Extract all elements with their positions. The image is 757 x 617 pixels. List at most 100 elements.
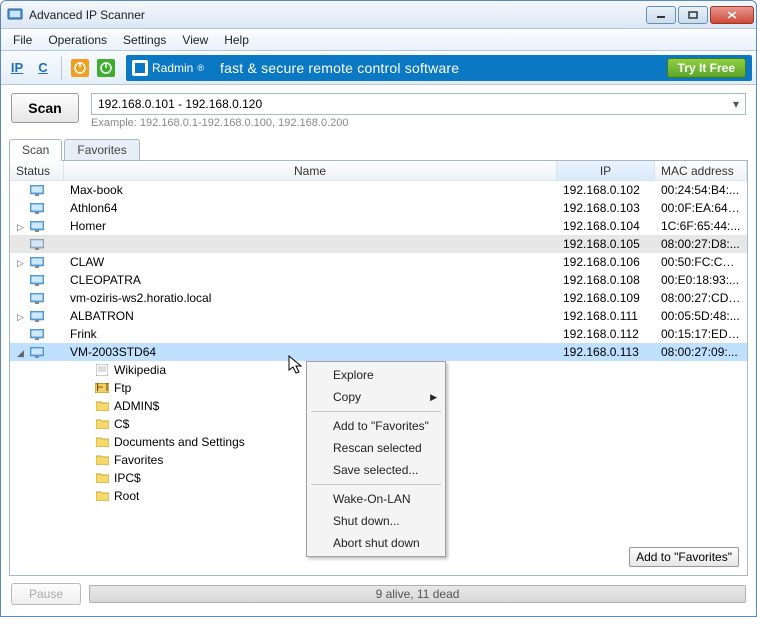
expander-icon[interactable]: ▷ <box>16 223 25 232</box>
child-name: ADMIN$ <box>110 399 159 413</box>
folder-icon <box>94 473 110 483</box>
host-row[interactable]: vm-oziris-ws2.horatio.local 192.168.0.10… <box>10 289 747 307</box>
ctx-explore[interactable]: Explore <box>309 364 443 386</box>
maximize-button[interactable] <box>678 6 708 24</box>
host-ip: 192.168.0.106 <box>557 255 655 269</box>
child-name: IPC$ <box>110 471 141 485</box>
host-name: Homer <box>64 219 557 233</box>
child-name: Wikipedia <box>110 363 166 377</box>
toolbar-separator <box>61 56 62 80</box>
results-pane: Status Name IP MAC address Max-book 192.… <box>9 160 748 576</box>
power-off-icon[interactable] <box>68 56 92 80</box>
host-mac: 00:05:5D:48:... <box>655 309 747 323</box>
host-ip: 192.168.0.103 <box>557 201 655 215</box>
folder-icon <box>94 401 110 411</box>
folder-icon <box>94 437 110 447</box>
host-ip: 192.168.0.108 <box>557 273 655 287</box>
host-mac: 00:15:17:ED:... <box>655 327 747 341</box>
scan-button[interactable]: Scan <box>11 93 79 123</box>
child-name: Favorites <box>110 453 163 467</box>
column-ip[interactable]: IP <box>557 161 655 180</box>
cursor-icon <box>288 355 306 377</box>
tab-scan[interactable]: Scan <box>9 139 62 161</box>
expander-icon[interactable]: ▷ <box>16 313 25 322</box>
folder-icon <box>94 491 110 501</box>
menu-settings[interactable]: Settings <box>117 31 172 49</box>
menu-file[interactable]: File <box>7 31 38 49</box>
host-mac: 00:0F:EA:64:... <box>655 201 747 215</box>
context-menu: Explore Copy▶ Add to "Favorites" Rescan … <box>306 361 446 557</box>
child-name: C$ <box>110 417 129 431</box>
folder-icon <box>94 419 110 429</box>
expander-icon[interactable]: ◢ <box>16 349 25 358</box>
host-name: Frink <box>64 327 557 341</box>
host-name: CLEOPATRA <box>64 273 557 287</box>
child-name: Ftp <box>110 381 131 395</box>
host-row[interactable]: Frink 192.168.0.112 00:15:17:ED:... <box>10 325 747 343</box>
host-ip: 192.168.0.113 <box>557 345 655 359</box>
host-row[interactable]: Athlon64 192.168.0.103 00:0F:EA:64:... <box>10 199 747 217</box>
ctx-wake-on-lan[interactable]: Wake-On-LAN <box>309 488 443 510</box>
pause-button[interactable]: Pause <box>11 583 81 605</box>
ftp-icon: FTP <box>94 383 110 393</box>
host-row[interactable]: ▷ ALBATRON 192.168.0.111 00:05:5D:48:... <box>10 307 747 325</box>
menu-view[interactable]: View <box>176 31 214 49</box>
host-row[interactable]: CLEOPATRA 192.168.0.108 00:E0:18:93:... <box>10 271 747 289</box>
host-mac: 08:00:27:09:... <box>655 345 747 359</box>
host-row[interactable]: ▷ CLAW 192.168.0.106 00:50:FC:C6:... <box>10 253 747 271</box>
ctx-rescan[interactable]: Rescan selected <box>309 437 443 459</box>
add-to-favorites-button[interactable]: Add to "Favorites" <box>629 547 739 567</box>
column-name[interactable]: Name <box>64 161 557 180</box>
host-ip: 192.168.0.109 <box>557 291 655 305</box>
title-bar: Advanced IP Scanner <box>1 1 756 29</box>
column-status[interactable]: Status <box>10 161 64 180</box>
menu-operations[interactable]: Operations <box>42 31 113 49</box>
host-row[interactable]: ◢ VM-2003STD64 192.168.0.113 08:00:27:09… <box>10 343 747 361</box>
host-mac: 00:E0:18:93:... <box>655 273 747 287</box>
folder-icon <box>94 455 110 465</box>
try-it-free-button[interactable]: Try It Free <box>667 58 746 78</box>
ctx-add-favorites[interactable]: Add to "Favorites" <box>309 415 443 437</box>
child-name: Documents and Settings <box>110 435 245 449</box>
ctx-abort-shutdown[interactable]: Abort shut down <box>309 532 443 554</box>
host-row[interactable]: 192.168.0.105 08:00:27:D8:... <box>10 235 747 253</box>
host-ip: 192.168.0.104 <box>557 219 655 233</box>
column-mac[interactable]: MAC address <box>655 161 747 180</box>
expander-icon[interactable]: ▷ <box>16 259 25 268</box>
close-button[interactable] <box>710 6 754 24</box>
host-mac: 08:00:27:CD:... <box>655 291 747 305</box>
ip-range-input[interactable]: 192.168.0.101 - 192.168.0.120 ▾ <box>91 93 746 115</box>
ip-range-value: 192.168.0.101 - 192.168.0.120 <box>98 97 262 111</box>
host-name: CLAW <box>64 255 557 269</box>
ctx-save[interactable]: Save selected... <box>309 459 443 481</box>
host-mac: 00:24:54:B4:... <box>655 183 747 197</box>
host-row[interactable]: ▷ Homer 192.168.0.104 1C:6F:65:44:... <box>10 217 747 235</box>
child-name: Root <box>110 489 139 503</box>
host-name: ALBATRON <box>64 309 557 323</box>
menu-bar: File Operations Settings View Help <box>1 29 756 51</box>
expanded-children: Wikipedia FTP Ftp ADMIN$ C$ Documents an… <box>10 361 747 505</box>
c-tool-icon[interactable]: C <box>31 56 55 80</box>
promo-banner[interactable]: Radmin® fast & secure remote control sof… <box>126 55 752 81</box>
host-name: vm-oziris-ws2.horatio.local <box>64 291 557 305</box>
radmin-logo: Radmin® <box>132 60 204 76</box>
page-icon <box>94 364 110 376</box>
host-mac: 00:50:FC:C6:... <box>655 255 747 269</box>
ip-tool-icon[interactable]: IP <box>5 56 29 80</box>
menu-help[interactable]: Help <box>218 31 255 49</box>
power-on-icon[interactable] <box>94 56 118 80</box>
host-mac: 1C:6F:65:44:... <box>655 219 747 233</box>
minimize-button[interactable] <box>646 6 676 24</box>
app-icon <box>7 7 23 23</box>
promo-brand: Radmin <box>152 61 193 75</box>
results-list: Max-book 192.168.0.102 00:24:54:B4:... A… <box>10 181 747 575</box>
tab-favorites[interactable]: Favorites <box>64 139 139 161</box>
dropdown-icon[interactable]: ▾ <box>733 97 739 111</box>
host-name: Athlon64 <box>64 201 557 215</box>
host-ip: 192.168.0.105 <box>557 237 655 251</box>
svg-text:FTP: FTP <box>96 383 109 393</box>
ctx-copy[interactable]: Copy▶ <box>309 386 443 408</box>
list-header: Status Name IP MAC address <box>10 161 747 181</box>
host-row[interactable]: Max-book 192.168.0.102 00:24:54:B4:... <box>10 181 747 199</box>
ctx-shutdown[interactable]: Shut down... <box>309 510 443 532</box>
